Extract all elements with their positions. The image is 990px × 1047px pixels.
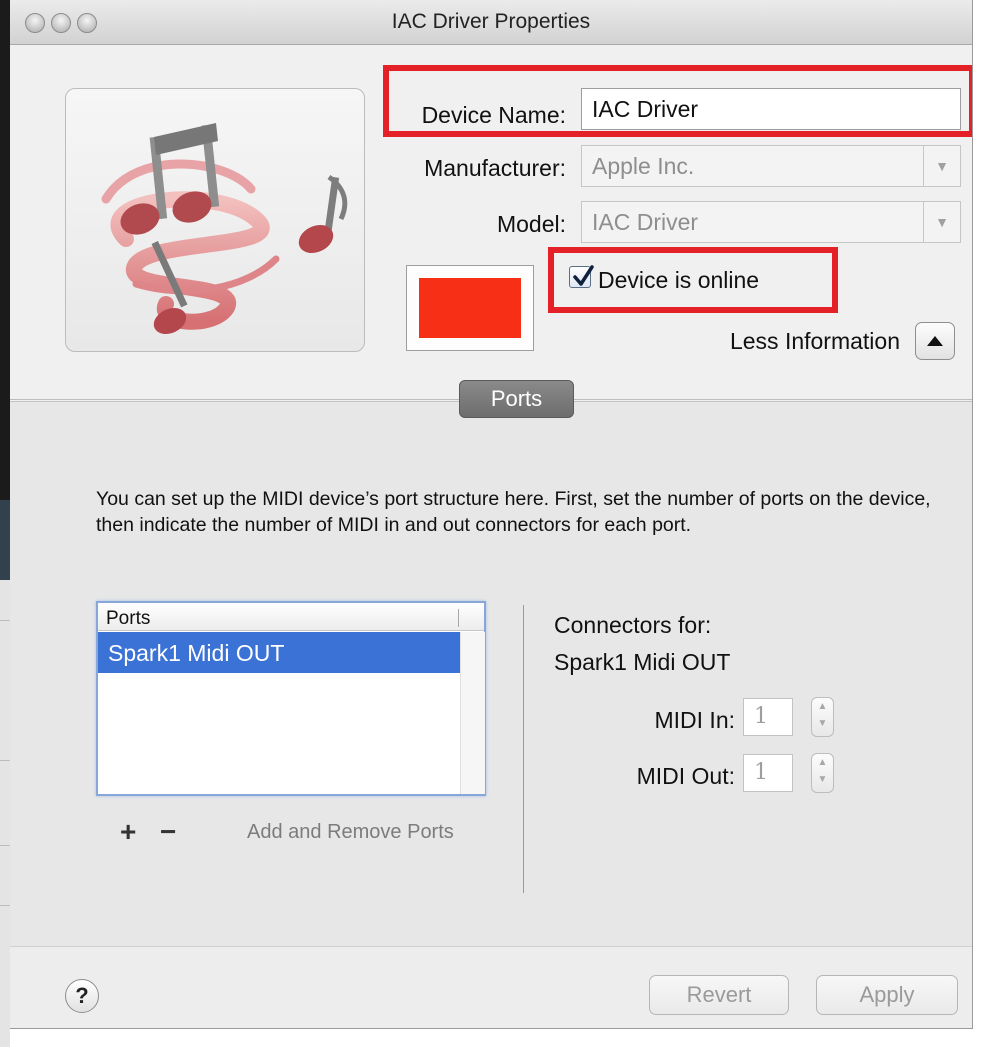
iac-driver-properties-window: IAC Driver Properties Device Name: IAC D…: [10, 0, 973, 1029]
ports-panel: You can set up the MIDI device’s port st…: [10, 401, 972, 947]
highlight-box-device-online: [548, 247, 838, 313]
ports-list-scrollbar[interactable]: [460, 632, 485, 794]
manufacturer-chevron-down-icon[interactable]: ▼: [923, 146, 960, 186]
swatch-color-fill: [419, 278, 521, 338]
revert-button[interactable]: Revert: [649, 975, 789, 1015]
midi-out-field[interactable]: 1: [743, 754, 793, 792]
background-divider: [0, 760, 10, 761]
manufacturer-value: Apple Inc.: [592, 153, 695, 179]
background-divider: [0, 620, 10, 621]
model-chevron-down-icon[interactable]: ▼: [923, 202, 960, 242]
model-label: Model:: [496, 211, 566, 237]
help-button[interactable]: ?: [65, 979, 99, 1013]
ports-description: You can set up the MIDI device’s port st…: [96, 488, 931, 536]
background-window-strip: [0, 0, 10, 1047]
ports-list[interactable]: Ports Spark1 Midi OUT: [96, 601, 486, 796]
midi-out-stepper[interactable]: ▲ ▼: [811, 753, 834, 793]
window-title: IAC Driver Properties: [391, 10, 591, 33]
section-divider-left: [10, 399, 459, 400]
background-window-dark: [0, 0, 10, 500]
model-value: IAC Driver: [592, 209, 699, 235]
add-port-button[interactable]: +: [120, 816, 136, 848]
model-combobox[interactable]: IAC Driver ▼: [581, 201, 961, 243]
less-information-button[interactable]: [915, 322, 955, 360]
ports-list-header[interactable]: Ports: [98, 603, 484, 631]
vertical-divider: [523, 605, 524, 893]
manufacturer-label: Manufacturer:: [424, 155, 566, 181]
column-separator: [458, 609, 459, 627]
midi-out-label: MIDI Out:: [636, 763, 735, 789]
less-information-label: Less Information: [729, 328, 900, 354]
device-color-swatch[interactable]: [406, 265, 534, 351]
midi-in-label: MIDI In:: [654, 707, 735, 733]
midi-in-stepper[interactable]: ▲ ▼: [811, 697, 834, 737]
background-divider: [0, 845, 10, 846]
background-window-mid: [0, 500, 10, 580]
midi-in-field[interactable]: 1: [743, 698, 793, 736]
section-divider-right: [574, 399, 972, 400]
connectors-port-name: Spark1 Midi OUT: [554, 649, 731, 675]
background-right: [972, 0, 990, 1047]
tab-ports[interactable]: Ports: [459, 380, 574, 418]
remove-port-button[interactable]: −: [160, 816, 176, 848]
highlight-box-device-name: [383, 65, 972, 137]
list-item[interactable]: Spark1 Midi OUT: [98, 632, 460, 673]
add-remove-ports-label: Add and Remove Ports: [247, 821, 454, 843]
midi-notes-icon: [101, 123, 348, 335]
connectors-for-heading: Connectors for:: [554, 612, 712, 638]
background-divider: [0, 905, 10, 906]
title-bar[interactable]: IAC Driver Properties: [10, 0, 972, 45]
apply-button[interactable]: Apply: [816, 975, 958, 1015]
manufacturer-combobox[interactable]: Apple Inc. ▼: [581, 145, 961, 187]
device-info-panel: Device Name: IAC Driver Manufacturer: Ap…: [10, 45, 972, 401]
device-icon-well[interactable]: [65, 88, 365, 352]
triangle-up-icon: [927, 336, 943, 346]
